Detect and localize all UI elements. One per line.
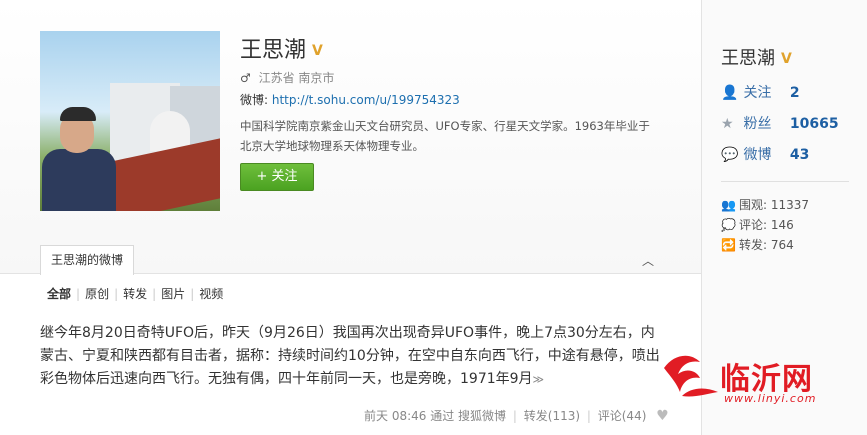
views-text: 围观: 11337 [739, 198, 810, 212]
crowd-icon: 👥 [721, 198, 736, 212]
person-icon: 👤 [721, 85, 739, 101]
tab-weibo[interactable]: 王思潮的微博 [40, 245, 135, 275]
avatar-person-body [42, 149, 116, 211]
post-filter-bar: 全部 | 原创 | 转发 | 图片 | 视频 [44, 285, 226, 302]
stat-label: 微博 [743, 147, 772, 163]
repost-link[interactable]: 转发(113) [524, 409, 580, 423]
sidebar-reposts: 🔁 转发: 764 [721, 236, 794, 253]
sidebar-stat-following[interactable]: 👤 关注 2 [721, 82, 800, 102]
post-source: 通过 搜狐微博 [430, 409, 507, 423]
filter-original[interactable]: 原创 [82, 285, 112, 302]
expand-more-icon[interactable]: ≫ [533, 373, 545, 386]
watermark-logo: 临沂网 www.linyi.com [660, 348, 867, 408]
sidebar-name: 王思潮 V [721, 44, 792, 70]
profile-name-text: 王思潮 [240, 38, 307, 63]
follow-button[interactable]: + 关注 [240, 163, 314, 191]
divider: | [114, 287, 119, 301]
divider: | [152, 287, 157, 301]
stat-label: 粉丝 [743, 116, 772, 132]
sidebar-stat-posts[interactable]: 💬 微博 43 [721, 144, 809, 164]
post-meta: 前天 08:46 通过 搜狐微博 | 转发(113) | 评论(44) ♥ [364, 407, 669, 424]
comments-text: 评论: 146 [739, 218, 794, 232]
profile-header: 王思潮 V ♂ 江苏省 南京市 微博: http://t.sohu.com/u/1… [0, 0, 701, 275]
stat-value: 43 [789, 147, 810, 163]
post-time[interactable]: 前天 08:46 [364, 409, 426, 423]
sidebar-stat-fans[interactable]: ★ 粉丝 10665 [721, 113, 839, 133]
avatar[interactable] [40, 31, 220, 211]
like-heart-icon[interactable]: ♥ [656, 408, 669, 424]
reposts-text: 转发: 764 [739, 238, 794, 252]
avatar-person-cap [60, 107, 96, 121]
stat-value: 10665 [789, 116, 839, 132]
verified-badge-icon: V [781, 51, 792, 67]
stat-label: 关注 [743, 85, 772, 101]
divider: | [512, 409, 517, 423]
weibo-label: 微博: [240, 93, 269, 107]
divider: | [190, 287, 195, 301]
filter-repost[interactable]: 转发 [120, 285, 150, 302]
profile-bio: 中国科学院南京紫金山天文台研究员、UFO专家、行星天文学家。1963年毕业于北京… [240, 119, 650, 153]
divider: | [76, 287, 81, 301]
filter-images[interactable]: 图片 [158, 285, 188, 302]
sidebar-comments: 💭 评论: 146 [721, 216, 794, 233]
post-content: 继今年8月20日奇特UFO后，昨天（9月26日）我国再次出现奇异UFO事件，晚上… [40, 322, 660, 391]
star-icon: ★ [721, 116, 734, 132]
sidebar-name-text: 王思潮 [721, 48, 775, 69]
logo-bird-icon [664, 355, 718, 397]
weibo-url-link[interactable]: http://t.sohu.com/u/199754323 [272, 93, 460, 107]
male-icon: ♂ [240, 71, 251, 85]
filter-all[interactable]: 全部 [44, 285, 74, 302]
logo-url: www.linyi.com [724, 392, 817, 405]
sidebar-views: 👥 围观: 11337 [721, 196, 809, 213]
stat-value: 2 [789, 85, 800, 101]
speech-icon: 💬 [721, 147, 739, 163]
location-text: 江苏省 南京市 [258, 71, 335, 85]
weibo-link-row: 微博: http://t.sohu.com/u/199754323 [240, 91, 460, 108]
chevron-up-icon[interactable]: ︿ [642, 252, 654, 269]
profile-location: ♂ 江苏省 南京市 [240, 69, 334, 86]
comment-link[interactable]: 评论(44) [598, 409, 647, 423]
comment-icon: 💭 [721, 218, 736, 232]
sidebar-divider [721, 181, 849, 182]
repost-icon: 🔁 [721, 238, 736, 252]
post-text: 继今年8月20日奇特UFO后，昨天（9月26日）我国再次出现奇异UFO事件，晚上… [40, 325, 660, 387]
divider: | [586, 409, 591, 423]
verified-badge-icon: V [312, 43, 323, 59]
profile-name: 王思潮 V [240, 32, 323, 64]
filter-videos[interactable]: 视频 [196, 285, 226, 302]
